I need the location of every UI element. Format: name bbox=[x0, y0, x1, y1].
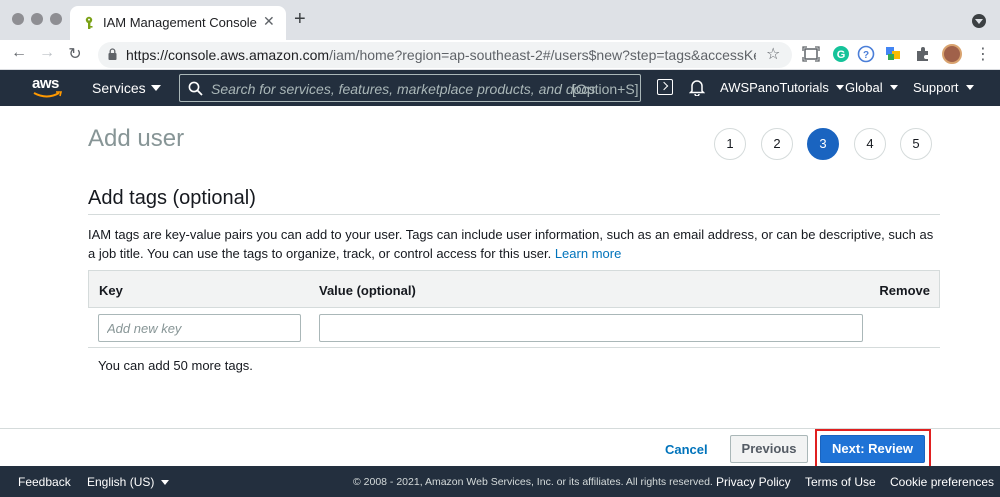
cancel-button[interactable]: Cancel bbox=[665, 442, 708, 457]
svg-text:G: G bbox=[837, 49, 846, 61]
services-menu[interactable]: Services bbox=[92, 80, 161, 96]
extension-help-icon[interactable]: ? bbox=[857, 45, 875, 63]
forward-arrow-icon[interactable]: → bbox=[37, 44, 57, 62]
chevron-down-icon bbox=[965, 85, 974, 90]
console-search-input[interactable]: Search for services, features, marketpla… bbox=[179, 74, 641, 102]
extension-squares-icon[interactable] bbox=[884, 45, 902, 63]
section-title: Add tags (optional) bbox=[88, 187, 256, 209]
privacy-policy-link[interactable]: Privacy Policy bbox=[716, 475, 791, 489]
wizard-step-4[interactable]: 4 bbox=[854, 128, 886, 160]
url-text: https://console.aws.amazon.com/iam/home?… bbox=[126, 47, 756, 63]
tags-remaining-text: You can add 50 more tags. bbox=[98, 358, 253, 373]
url-path: /iam/home?region=ap-southeast-2#/users$n… bbox=[329, 47, 756, 63]
section-description: IAM tags are key-value pairs you can add… bbox=[88, 225, 943, 263]
tab-search-icon[interactable] bbox=[972, 14, 986, 28]
description-text: IAM tags are key-value pairs you can add… bbox=[88, 227, 934, 261]
chevron-down-icon bbox=[150, 85, 161, 91]
browser-tabstrip: IAM Management Console ✕ + bbox=[0, 0, 1000, 40]
page-title: Add user bbox=[88, 125, 185, 152]
lock-icon bbox=[108, 48, 117, 60]
wizard-step-1[interactable]: 1 bbox=[714, 128, 746, 160]
cookie-preferences-link[interactable]: Cookie preferences bbox=[890, 475, 994, 489]
services-label: Services bbox=[92, 80, 146, 96]
new-tab-button[interactable]: + bbox=[294, 8, 306, 31]
console-footer: Feedback English (US) © 2008 - 2021, Ama… bbox=[0, 466, 1000, 497]
tab-title: IAM Management Console bbox=[103, 15, 257, 30]
account-label: AWSPanoTutorials bbox=[720, 80, 829, 95]
back-arrow-icon[interactable]: ← bbox=[9, 44, 29, 62]
aws-navbar: aws Services Search for services, featur… bbox=[0, 70, 1000, 106]
browser-toolbar: ← → ↻ https://console.aws.amazon.com/iam… bbox=[0, 40, 1000, 70]
copyright-text: © 2008 - 2021, Amazon Web Services, Inc.… bbox=[353, 476, 713, 488]
reload-icon[interactable]: ↻ bbox=[65, 44, 85, 64]
region-label: Global bbox=[845, 80, 883, 95]
tags-table-header: Key Value (optional) Remove bbox=[88, 270, 940, 308]
grammarly-icon[interactable]: G bbox=[832, 45, 850, 63]
cloudshell-icon[interactable] bbox=[657, 79, 673, 95]
previous-button[interactable]: Previous bbox=[730, 435, 808, 463]
terms-of-use-link[interactable]: Terms of Use bbox=[805, 475, 876, 489]
tag-value-input[interactable] bbox=[319, 314, 863, 342]
wizard-step-5[interactable]: 5 bbox=[900, 128, 932, 160]
browser-menu-icon[interactable]: ⋮ bbox=[975, 44, 991, 64]
url-host: https://console.aws.amazon.com bbox=[126, 47, 330, 63]
tab-close-icon[interactable]: ✕ bbox=[263, 13, 275, 30]
column-header-value: Value (optional) bbox=[319, 283, 416, 298]
window-zoom-button[interactable] bbox=[50, 13, 62, 25]
bell-icon[interactable] bbox=[689, 78, 705, 96]
column-header-remove: Remove bbox=[879, 283, 930, 298]
column-header-key: Key bbox=[99, 283, 123, 298]
wizard-step-2[interactable]: 2 bbox=[761, 128, 793, 160]
bookmark-star-icon[interactable]: ☆ bbox=[766, 44, 780, 64]
chevron-down-icon bbox=[889, 85, 898, 90]
table-row bbox=[88, 308, 940, 348]
wizard-action-bar: Cancel Previous Next: Review bbox=[0, 428, 1000, 469]
svg-text:?: ? bbox=[863, 50, 869, 61]
window-close-button[interactable] bbox=[12, 13, 24, 25]
extensions-puzzle-icon[interactable] bbox=[914, 45, 932, 63]
region-menu[interactable]: Global bbox=[845, 80, 898, 95]
iam-favicon-icon bbox=[85, 16, 93, 29]
feedback-link[interactable]: Feedback bbox=[18, 475, 71, 489]
language-label: English (US) bbox=[87, 475, 155, 489]
support-label: Support bbox=[913, 80, 959, 95]
address-bar[interactable]: https://console.aws.amazon.com/iam/home?… bbox=[98, 42, 792, 68]
aws-logo[interactable]: aws bbox=[32, 75, 64, 101]
profile-avatar[interactable] bbox=[942, 44, 962, 64]
aws-logo-text: aws bbox=[32, 75, 59, 92]
aws-smile-icon bbox=[33, 91, 63, 98]
section-divider bbox=[88, 214, 940, 215]
tag-key-input[interactable] bbox=[98, 314, 301, 342]
chevron-down-icon bbox=[835, 85, 844, 90]
wizard-step-3: 3 bbox=[807, 128, 839, 160]
language-selector[interactable]: English (US) bbox=[87, 475, 170, 489]
window-minimize-button[interactable] bbox=[31, 13, 43, 25]
search-shortcut: [Option+S] bbox=[572, 81, 639, 97]
search-placeholder: Search for services, features, marketpla… bbox=[211, 81, 596, 97]
next-review-button[interactable]: Next: Review bbox=[820, 435, 925, 463]
support-menu[interactable]: Support bbox=[913, 80, 974, 95]
account-menu[interactable]: AWSPanoTutorials bbox=[720, 80, 844, 95]
search-icon bbox=[188, 81, 203, 96]
browser-tab[interactable]: IAM Management Console ✕ bbox=[70, 6, 286, 40]
learn-more-link[interactable]: Learn more bbox=[555, 246, 621, 261]
chevron-down-icon bbox=[161, 480, 170, 485]
screen-capture-icon[interactable] bbox=[802, 45, 820, 63]
